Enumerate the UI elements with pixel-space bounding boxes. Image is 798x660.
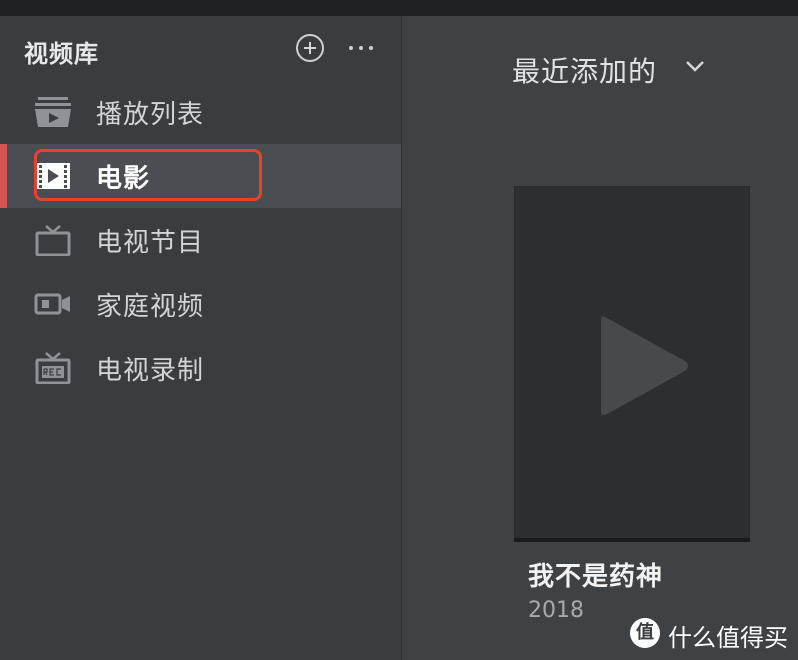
library-title: 视频库 [24,40,99,68]
tv-rec-icon [35,352,71,384]
camera-icon [34,293,70,315]
sidebar-item-playlist[interactable]: 播放列表 [0,80,401,144]
sidebar-item-label: 电视录制 [96,355,205,386]
poster-progress-bar [514,538,750,542]
sidebar: 视频库 播放列表 电影 电视节目 家庭视频 电视录制 [0,16,402,660]
plus-circle-icon[interactable] [296,34,324,62]
sort-dropdown[interactable]: 最近添加的 [512,50,657,90]
sidebar-nav: 播放列表 电影 电视节目 家庭视频 电视录制 [0,80,401,400]
sidebar-item-label: 电视节目 [96,227,205,258]
watermark-badge: 值 [630,618,660,648]
sidebar-item-label: 家庭视频 [96,291,205,322]
movie-title[interactable]: 我不是药神 [528,556,663,593]
sidebar-item-label: 播放列表 [96,99,205,130]
chevron-down-icon[interactable] [684,58,706,74]
watermark-text: 什么值得买 [668,624,788,652]
sidebar-item-tv-recordings[interactable]: 电视录制 [0,336,401,400]
sidebar-item-home-videos[interactable]: 家庭视频 [0,272,401,336]
movie-poster[interactable] [514,186,750,540]
sidebar-item-tv-shows[interactable]: 电视节目 [0,208,401,272]
ellipsis-icon[interactable] [349,46,379,52]
main-content: 最近添加的 我不是药神 2018 [402,16,798,660]
tv-icon [35,225,71,256]
movie-year: 2018 [528,598,584,623]
play-icon [601,316,688,415]
window-top-bar [0,0,798,16]
playlist-icon [35,97,71,127]
sidebar-item-movies[interactable]: 电影 [0,144,401,208]
highlight-box [34,149,262,201]
watermark: 值 什么值得买 [630,616,798,652]
